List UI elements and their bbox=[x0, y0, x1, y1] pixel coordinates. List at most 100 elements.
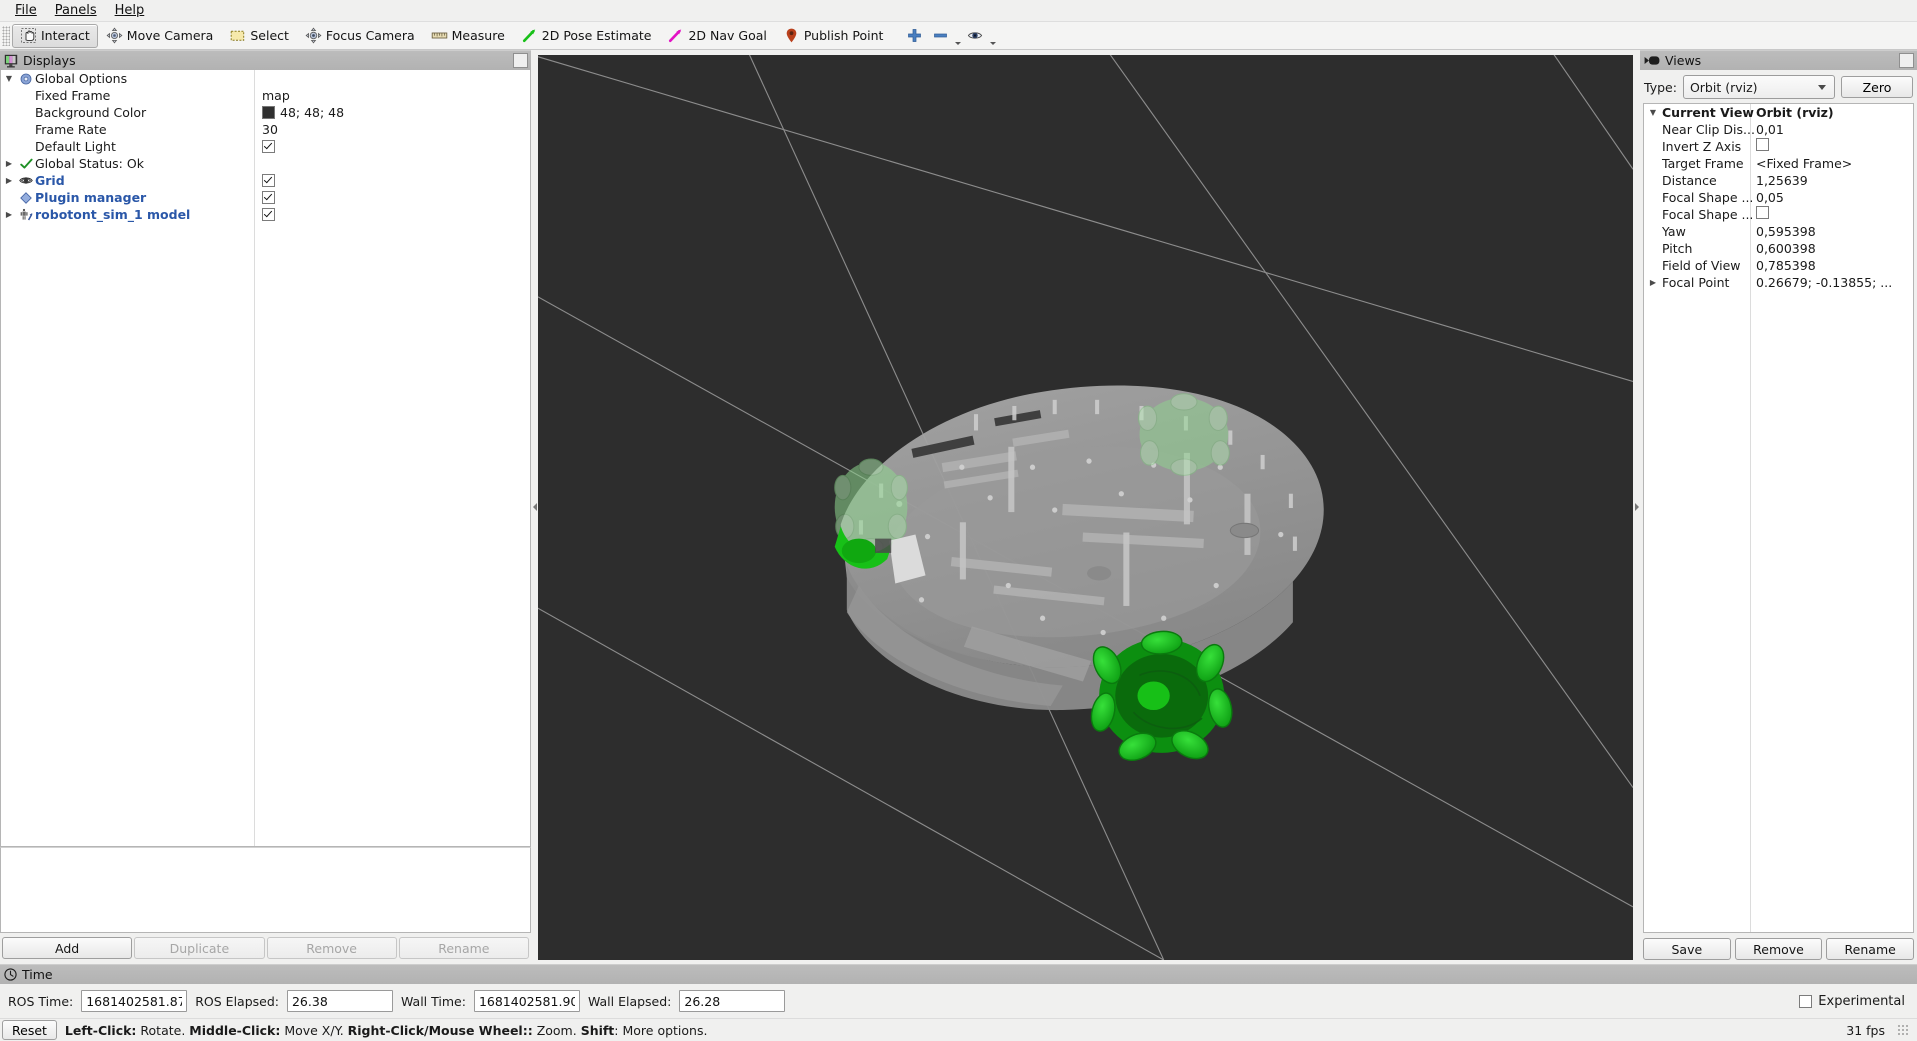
view-value-near-clip-distance[interactable]: 0,01 bbox=[1750, 121, 1784, 138]
ros-time-input[interactable] bbox=[81, 990, 188, 1012]
twisty-right-icon[interactable]: ▶ bbox=[1, 155, 17, 172]
display-value-frame-rate[interactable]: 30 bbox=[254, 121, 278, 138]
view-value-yaw[interactable]: 0,595398 bbox=[1750, 223, 1816, 240]
display-row-plugin-manager[interactable]: Plugin manager bbox=[1, 189, 530, 206]
view-row-focal-point[interactable]: ▶ Focal Point 0.26679; -0.13855; ... bbox=[1644, 274, 1913, 291]
tool-interact[interactable]: Interact bbox=[12, 23, 98, 48]
views-zero-button[interactable]: Zero bbox=[1841, 76, 1913, 98]
menu-file[interactable]: File bbox=[6, 1, 46, 20]
magenta-arrow-icon bbox=[669, 29, 682, 43]
displays-float-button[interactable] bbox=[513, 53, 528, 68]
displays-rename-button[interactable]: Rename bbox=[398, 937, 529, 959]
view-row-near-clip-distance[interactable]: Near Clip Dis... 0,01 bbox=[1644, 121, 1913, 138]
tool-select-label: Select bbox=[250, 28, 289, 43]
tool-select[interactable]: Select bbox=[221, 24, 297, 48]
twisty-right-icon[interactable]: ▶ bbox=[1, 172, 17, 189]
view-row-pitch[interactable]: Pitch 0,600398 bbox=[1644, 240, 1913, 257]
view-value-target-frame[interactable]: <Fixed Frame> bbox=[1750, 155, 1852, 172]
ruler-icon bbox=[431, 32, 447, 39]
views-property-tree[interactable]: ▼ Current View Orbit (rviz) Near Clip Dis… bbox=[1643, 103, 1914, 933]
display-row-background-color[interactable]: Background Color 48; 48; 48 bbox=[1, 104, 530, 121]
remove-tool-button[interactable] bbox=[927, 24, 953, 48]
view-row-focal-shape-fixed-size[interactable]: Focal Shape ... bbox=[1644, 206, 1913, 223]
experimental-area: Experimental bbox=[1799, 994, 1917, 1009]
tool-2d-nav-goal[interactable]: 2D Nav Goal bbox=[659, 24, 774, 48]
invert-z-axis-checkbox[interactable] bbox=[1756, 138, 1769, 151]
twisty-right-icon[interactable]: ▶ bbox=[1644, 274, 1662, 291]
menu-panels[interactable]: Panels bbox=[46, 1, 106, 20]
reset-button[interactable]: Reset bbox=[2, 1020, 57, 1040]
status-bar: Reset Left-Click: Rotate. Middle-Click: … bbox=[0, 1018, 1917, 1041]
view-label-yaw: Yaw bbox=[1662, 224, 1686, 239]
views-float-button[interactable] bbox=[1899, 53, 1914, 68]
views-rename-button[interactable]: Rename bbox=[1826, 938, 1915, 960]
resize-grip[interactable] bbox=[1897, 1024, 1909, 1036]
view-row-field-of-view[interactable]: Field of View 0,785398 bbox=[1644, 257, 1913, 274]
display-label-fixed-frame: Fixed Frame bbox=[35, 88, 111, 103]
displays-tree-rows: ▼ Global Options Fixed Frame map Backgro… bbox=[1, 70, 530, 223]
experimental-checkbox[interactable] bbox=[1799, 994, 1813, 1008]
menu-panels-label: Panels bbox=[54, 3, 97, 18]
view-value-pitch[interactable]: 0,600398 bbox=[1750, 240, 1816, 257]
plugin-manager-enabled-checkbox[interactable] bbox=[262, 191, 275, 204]
displays-panel-title: Displays bbox=[23, 53, 76, 68]
display-row-robot-model[interactable]: ▶ robotont_sim_1 model bbox=[1, 206, 530, 223]
robot-model-enabled-checkbox[interactable] bbox=[262, 208, 275, 221]
view-label-focal-point: Focal Point bbox=[1662, 275, 1730, 290]
color-swatch[interactable] bbox=[262, 106, 275, 119]
tool-publish-point[interactable]: Publish Point bbox=[775, 24, 892, 48]
tool-visibility-button[interactable] bbox=[962, 24, 988, 48]
tool-move-camera[interactable]: Move Camera bbox=[98, 24, 222, 48]
focal-shape-fixed-size-checkbox[interactable] bbox=[1756, 206, 1769, 219]
fps-indicator: 31 fps bbox=[1846, 1022, 1885, 1038]
3d-render-view[interactable] bbox=[538, 55, 1633, 960]
views-remove-button[interactable]: Remove bbox=[1734, 938, 1823, 960]
display-row-global-options[interactable]: ▼ Global Options bbox=[1, 70, 530, 87]
check-icon bbox=[17, 158, 35, 170]
view-value-focal-point[interactable]: 0.26679; -0.13855; ... bbox=[1750, 274, 1892, 291]
left-splitter-handle[interactable] bbox=[531, 50, 538, 964]
display-row-frame-rate[interactable]: Frame Rate 30 bbox=[1, 121, 530, 138]
toolbar-drag-handle[interactable] bbox=[2, 25, 10, 46]
twisty-down-icon[interactable]: ▼ bbox=[1644, 104, 1662, 121]
ros-elapsed-input[interactable] bbox=[286, 990, 393, 1012]
display-row-fixed-frame[interactable]: Fixed Frame map bbox=[1, 87, 530, 104]
view-value-distance[interactable]: 1,25639 bbox=[1750, 172, 1808, 189]
displays-duplicate-button[interactable]: Duplicate bbox=[134, 937, 265, 959]
remove-tool-menu-arrow[interactable] bbox=[953, 23, 962, 48]
displays-add-button[interactable]: Add bbox=[2, 937, 133, 959]
twisty-right-icon[interactable]: ▶ bbox=[1, 206, 17, 223]
display-value-background-color[interactable]: 48; 48; 48 bbox=[254, 104, 344, 121]
displays-remove-button[interactable]: Remove bbox=[266, 937, 397, 959]
display-row-default-light[interactable]: Default Light bbox=[1, 138, 530, 155]
view-row-invert-z-axis[interactable]: Invert Z Axis bbox=[1644, 138, 1913, 155]
menu-help[interactable]: Help bbox=[106, 1, 154, 20]
add-tool-button[interactable] bbox=[901, 24, 927, 48]
view-value-field-of-view[interactable]: 0,785398 bbox=[1750, 257, 1816, 274]
view-value-focal-shape-size[interactable]: 0,05 bbox=[1750, 189, 1784, 206]
view-row-distance[interactable]: Distance 1,25639 bbox=[1644, 172, 1913, 189]
view-row-target-frame[interactable]: Target Frame <Fixed Frame> bbox=[1644, 155, 1913, 172]
view-type-combobox[interactable]: Orbit (rviz) bbox=[1682, 75, 1835, 99]
default-light-checkbox[interactable] bbox=[262, 140, 275, 153]
display-row-global-status[interactable]: ▶ Global Status: Ok bbox=[1, 155, 530, 172]
tool-measure[interactable]: Measure bbox=[423, 24, 513, 48]
views-save-button[interactable]: Save bbox=[1643, 938, 1731, 960]
wall-time-input[interactable] bbox=[473, 990, 580, 1012]
tool-visibility-menu-arrow[interactable] bbox=[988, 23, 997, 48]
plus-icon bbox=[908, 29, 921, 42]
tool-2d-pose-estimate[interactable]: 2D Pose Estimate bbox=[513, 24, 660, 48]
menu-help-label: Help bbox=[114, 3, 145, 18]
tool-focus-camera[interactable]: Focus Camera bbox=[297, 24, 423, 48]
view-row-current-view[interactable]: ▼ Current View Orbit (rviz) bbox=[1644, 104, 1913, 121]
view-row-focal-shape-size[interactable]: Focal Shape ... 0,05 bbox=[1644, 189, 1913, 206]
wall-elapsed-input[interactable] bbox=[679, 990, 786, 1012]
display-value-fixed-frame[interactable]: map bbox=[254, 87, 290, 104]
right-splitter-handle[interactable] bbox=[1633, 50, 1640, 964]
displays-property-tree[interactable]: ▼ Global Options Fixed Frame map Backgro… bbox=[0, 70, 531, 847]
grid-enabled-checkbox[interactable] bbox=[262, 174, 275, 187]
display-row-grid[interactable]: ▶ Grid bbox=[1, 172, 530, 189]
tool-focus-camera-label: Focus Camera bbox=[325, 28, 415, 43]
twisty-down-icon[interactable]: ▼ bbox=[1, 70, 17, 87]
view-row-yaw[interactable]: Yaw 0,595398 bbox=[1644, 223, 1913, 240]
